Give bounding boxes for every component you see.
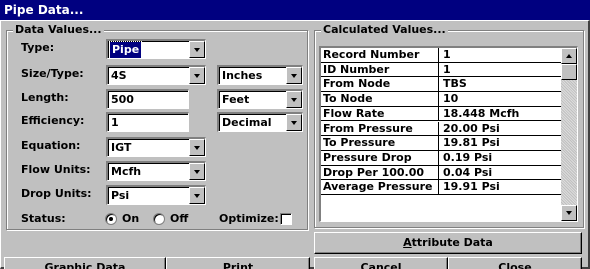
- table-row[interactable]: Drop Per 100.00 0.04 Psi: [321, 165, 562, 181]
- row-label: Drop Per 100.00: [323, 165, 439, 180]
- size-type-combo[interactable]: 4S: [106, 65, 206, 85]
- scroll-down-icon[interactable]: [561, 205, 577, 221]
- chevron-down-icon[interactable]: [286, 114, 302, 131]
- efficiency-input[interactable]: 1: [106, 112, 189, 132]
- row-value: 19.81 Psi: [443, 136, 500, 150]
- chevron-down-icon[interactable]: [189, 41, 205, 58]
- vertical-scrollbar[interactable]: [561, 48, 577, 221]
- status-on-radio[interactable]: [105, 213, 117, 225]
- data-values-group: Data Values... Type: Pipe Size/Type: 4S …: [6, 23, 308, 230]
- equation-combo[interactable]: IGT: [106, 137, 206, 157]
- row-value: TBS: [443, 77, 467, 91]
- close-label: lose: [506, 261, 532, 269]
- row-label: To Node: [323, 92, 439, 106]
- size-unit-value: Inches: [222, 69, 263, 82]
- length-input[interactable]: 500: [106, 89, 189, 109]
- row-label: Average Pressure: [323, 180, 439, 194]
- chevron-down-icon[interactable]: [286, 91, 302, 108]
- cancel-label: cel: [383, 261, 402, 269]
- row-value: 18.448 Mcfh: [443, 106, 520, 120]
- flow-units-label: Flow Units:: [21, 163, 91, 176]
- status-off-label[interactable]: Off: [170, 210, 188, 228]
- optimize-label: Optimize:: [219, 212, 279, 225]
- table-row[interactable]: To Node 10: [321, 92, 562, 107]
- status-off-radio[interactable]: [153, 213, 165, 225]
- title-bar: Pipe Data...: [0, 0, 590, 20]
- chevron-down-icon[interactable]: [286, 67, 302, 84]
- drop-units-combo[interactable]: Psi: [106, 185, 206, 205]
- print-mnemonic: P: [222, 261, 231, 269]
- row-value: 1: [443, 48, 451, 61]
- chevron-down-icon[interactable]: [189, 67, 205, 84]
- row-value: 10: [443, 92, 459, 106]
- graphic-data-button[interactable]: Graphic Data: [4, 257, 166, 269]
- row-label: From Pressure: [323, 121, 439, 136]
- efficiency-label: Efficiency:: [21, 114, 85, 127]
- row-label: Record Number: [323, 48, 439, 62]
- close-mnemonic: C: [498, 261, 507, 269]
- table-row[interactable]: Record Number 1: [321, 48, 562, 63]
- chevron-down-icon[interactable]: [189, 187, 205, 204]
- row-label: From Node: [323, 77, 439, 92]
- row-value: 20.00 Psi: [443, 121, 500, 135]
- table-row[interactable]: Flow Rate 18.448 Mcfh: [321, 106, 562, 122]
- row-value: 19.91 Psi: [443, 180, 500, 194]
- scroll-up-icon[interactable]: [561, 48, 577, 64]
- cancel-mnemonic: n: [375, 261, 384, 269]
- status-label: Status:: [21, 212, 66, 225]
- size-unit-combo[interactable]: Inches: [217, 65, 303, 85]
- row-value: 1: [443, 62, 451, 76]
- drop-units-value: Psi: [111, 189, 130, 202]
- pipe-data-dialog: Data Values... Type: Pipe Size/Type: 4S …: [0, 20, 590, 269]
- table-row[interactable]: Average Pressure 19.91 Psi: [321, 180, 562, 195]
- flow-units-combo[interactable]: Mcfh: [106, 161, 206, 181]
- optimize-checkbox[interactable]: [280, 213, 292, 225]
- calculated-values-legend: Calculated Values...: [321, 23, 448, 37]
- row-value: 0.04 Psi: [443, 165, 493, 179]
- close-button[interactable]: Close: [448, 257, 582, 269]
- equation-value: IGT: [111, 141, 132, 154]
- row-value: 0.19 Psi: [443, 150, 493, 164]
- chevron-down-icon[interactable]: [189, 139, 205, 156]
- type-value: Pipe: [108, 41, 143, 59]
- attribute-data-label: ttribute Data: [411, 236, 493, 249]
- table-row[interactable]: To Pressure 19.81 Psi: [321, 136, 562, 151]
- graphic-data-label: raphic Data: [53, 261, 126, 269]
- flow-units-value: Mcfh: [111, 165, 142, 178]
- chevron-down-icon[interactable]: [189, 163, 205, 180]
- cancel-button[interactable]: Cancel: [314, 257, 448, 269]
- efficiency-value: 1: [111, 116, 119, 129]
- data-values-legend: Data Values...: [13, 23, 104, 37]
- window-title: Pipe Data...: [4, 3, 84, 17]
- table-row[interactable]: ID Number 1: [321, 62, 562, 78]
- length-label: Length:: [21, 91, 69, 104]
- row-label: Pressure Drop: [323, 150, 439, 165]
- row-label: To Pressure: [323, 136, 439, 150]
- efficiency-unit-combo[interactable]: Decimal: [217, 112, 303, 132]
- cancel-prefix: Ca: [360, 261, 376, 269]
- table-row[interactable]: From Pressure 20.00 Psi: [321, 121, 562, 137]
- attribute-data-mnemonic: A: [403, 236, 412, 249]
- size-type-value: 4S: [111, 69, 127, 82]
- status-on-label[interactable]: On: [122, 210, 139, 228]
- efficiency-unit-value: Decimal: [222, 116, 272, 129]
- table-row[interactable]: Pressure Drop 0.19 Psi: [321, 150, 562, 166]
- size-type-label: Size/Type:: [21, 67, 84, 80]
- length-value: 500: [111, 93, 134, 106]
- equation-label: Equation:: [21, 139, 81, 152]
- scroll-thumb[interactable]: [561, 64, 577, 80]
- length-unit-value: Feet: [222, 93, 250, 106]
- print-label: rint: [230, 261, 254, 269]
- drop-units-label: Drop Units:: [21, 187, 92, 200]
- length-unit-combo[interactable]: Feet: [217, 89, 303, 109]
- calculated-values-list[interactable]: Record Number 1 ID Number 1 From Node TBS To N…: [319, 46, 578, 222]
- type-label: Type:: [21, 41, 55, 54]
- graphic-data-mnemonic: G: [44, 261, 54, 269]
- type-combo[interactable]: Pipe: [106, 39, 206, 59]
- table-row[interactable]: From Node TBS: [321, 77, 562, 93]
- attribute-data-button[interactable]: Attribute Data: [314, 232, 582, 254]
- row-label: ID Number: [323, 62, 439, 77]
- row-label: Flow Rate: [323, 106, 439, 121]
- print-button[interactable]: Print: [166, 257, 310, 269]
